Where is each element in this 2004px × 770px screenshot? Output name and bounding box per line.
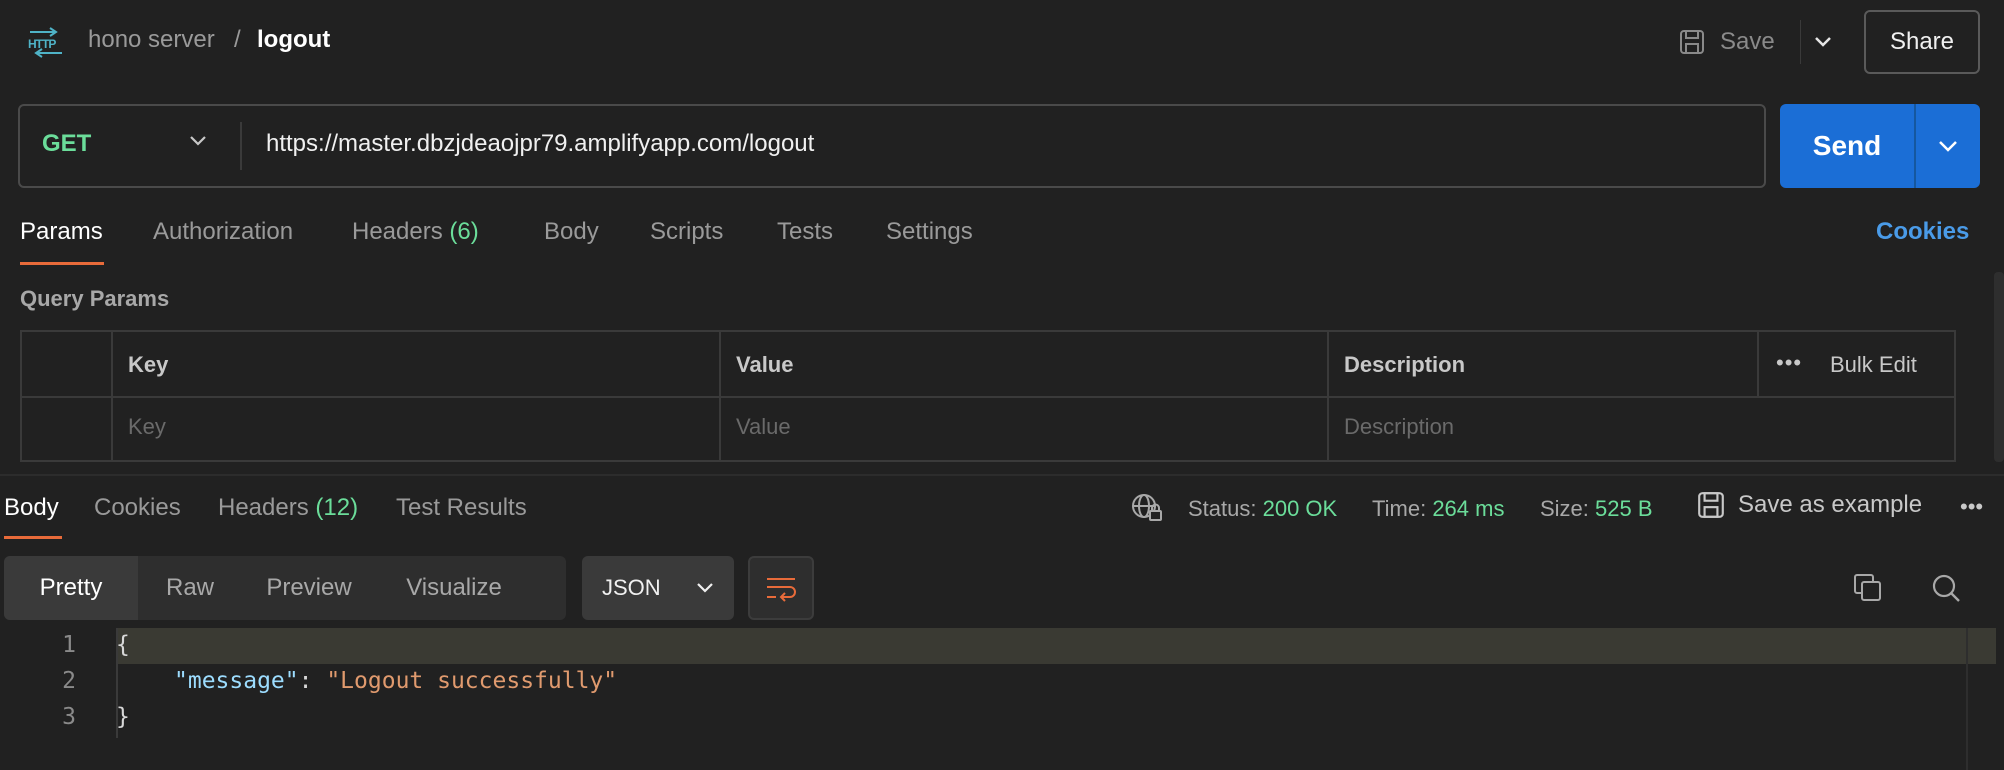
status-value: 200 OK xyxy=(1262,496,1338,521)
chevron-down-icon xyxy=(1814,37,1831,47)
pane-divider[interactable] xyxy=(0,474,2004,476)
wrap-lines-icon xyxy=(767,578,796,602)
more-options-icon[interactable]: ••• xyxy=(1960,494,1983,520)
row-divider xyxy=(22,396,1954,398)
response-tab-headers-label: Headers xyxy=(218,494,309,521)
method-select[interactable]: GET xyxy=(42,130,91,158)
json-colon: : xyxy=(298,668,327,694)
search-icon[interactable] xyxy=(1930,572,1962,604)
divider xyxy=(240,122,242,170)
cookies-link[interactable]: Cookies xyxy=(1876,218,1969,246)
response-tab-test-results[interactable]: Test Results xyxy=(396,494,527,522)
save-options-button[interactable] xyxy=(1800,20,1844,64)
response-headers-count: (12) xyxy=(315,494,359,521)
save-icon xyxy=(1698,492,1724,518)
column-divider xyxy=(1327,332,1329,460)
save-button[interactable]: Save xyxy=(1678,20,1775,64)
chevron-down-icon[interactable] xyxy=(188,134,208,148)
description-input[interactable]: Description xyxy=(1344,414,1454,440)
network-globe-icon[interactable] xyxy=(1130,492,1164,524)
response-tab-body[interactable]: Body xyxy=(4,494,59,522)
http-icon: HTTP xyxy=(26,26,66,58)
line-number: 1 xyxy=(62,632,76,658)
svg-text:HTTP: HTTP xyxy=(28,37,56,51)
chevron-down-icon xyxy=(1939,141,1957,152)
request-title[interactable]: logout xyxy=(257,26,330,54)
json-key: "message" xyxy=(174,668,299,694)
tab-headers[interactable]: Headers (6) xyxy=(352,218,479,246)
share-button[interactable]: Share xyxy=(1864,10,1980,74)
response-tab-headers[interactable]: Headers (12) xyxy=(218,494,358,522)
format-select[interactable]: JSON xyxy=(582,556,734,620)
view-visualize[interactable]: Visualize xyxy=(376,556,532,620)
url-input[interactable]: https://master.dbzjdeaojpr79.amplifyapp.… xyxy=(266,130,814,158)
send-button[interactable]: Send xyxy=(1780,104,1914,188)
column-divider xyxy=(1757,332,1759,396)
chevron-down-icon xyxy=(696,583,713,593)
time-label: Time: xyxy=(1372,496,1427,521)
save-label: Save xyxy=(1720,28,1775,55)
key-input[interactable]: Key xyxy=(128,414,166,440)
view-preview[interactable]: Preview xyxy=(242,556,376,620)
response-tab-cookies[interactable]: Cookies xyxy=(94,494,181,522)
code-line[interactable]: { xyxy=(116,632,130,658)
tab-params[interactable]: Params xyxy=(20,218,103,246)
bulk-edit-button[interactable]: Bulk Edit xyxy=(1830,352,1917,378)
status-label: Status: xyxy=(1188,496,1257,521)
top-bar: HTTP hono server / logout Save Share xyxy=(0,0,2004,84)
tab-authorization[interactable]: Authorization xyxy=(153,218,293,246)
query-params-table: Key Value Description ••• Bulk Edit Key … xyxy=(20,330,1956,462)
send-options-button[interactable] xyxy=(1916,104,1980,188)
save-as-example-button[interactable]: Save as example xyxy=(1696,490,1922,520)
size-readout[interactable]: Size: 525 B xyxy=(1540,496,1653,522)
send-button-group: Send xyxy=(1780,104,1980,188)
breadcrumb-parent[interactable]: hono server xyxy=(88,26,215,54)
status-readout[interactable]: Status: 200 OK xyxy=(1188,496,1337,522)
json-value: "Logout successfully" xyxy=(326,668,618,694)
format-label: JSON xyxy=(602,575,661,600)
save-icon xyxy=(1680,30,1704,54)
highlighted-line xyxy=(116,628,1996,664)
more-options-icon[interactable]: ••• xyxy=(1776,350,1802,376)
query-params-title: Query Params xyxy=(20,286,170,311)
breadcrumb-separator: / xyxy=(234,26,241,53)
column-header-description: Description xyxy=(1344,352,1466,377)
size-label: Size: xyxy=(1540,496,1589,521)
view-pretty[interactable]: Pretty xyxy=(4,556,138,620)
copy-icon[interactable] xyxy=(1852,572,1884,604)
value-input[interactable]: Value xyxy=(736,414,791,440)
wrap-lines-button[interactable] xyxy=(748,556,814,620)
view-raw[interactable]: Raw xyxy=(138,556,242,620)
line-number: 2 xyxy=(62,668,76,694)
code-line[interactable]: } xyxy=(116,704,130,730)
tab-body[interactable]: Body xyxy=(544,218,599,246)
tab-headers-label: Headers xyxy=(352,218,443,245)
active-tab-indicator xyxy=(20,262,104,265)
time-value: 264 ms xyxy=(1432,496,1505,521)
tab-tests[interactable]: Tests xyxy=(777,218,833,246)
url-bar: GET https://master.dbzjdeaojpr79.amplify… xyxy=(18,104,1766,188)
tab-settings[interactable]: Settings xyxy=(886,218,973,246)
column-header-value: Value xyxy=(736,352,794,377)
tab-scripts[interactable]: Scripts xyxy=(650,218,723,246)
save-as-example-label: Save as example xyxy=(1738,491,1923,518)
code-line[interactable]: "message": "Logout successfully" xyxy=(174,668,617,694)
headers-count: (6) xyxy=(449,218,479,245)
view-mode-group: Pretty Raw Preview Visualize xyxy=(4,556,566,620)
line-number: 3 xyxy=(62,704,76,730)
column-divider xyxy=(111,332,113,460)
size-value: 525 B xyxy=(1595,496,1653,521)
scrollbar[interactable] xyxy=(1966,628,1968,770)
column-header-key: Key xyxy=(128,352,169,377)
scrollbar[interactable] xyxy=(1994,272,2004,462)
active-tab-indicator xyxy=(4,536,62,539)
time-readout[interactable]: Time: 264 ms xyxy=(1372,496,1504,522)
column-divider xyxy=(719,332,721,460)
